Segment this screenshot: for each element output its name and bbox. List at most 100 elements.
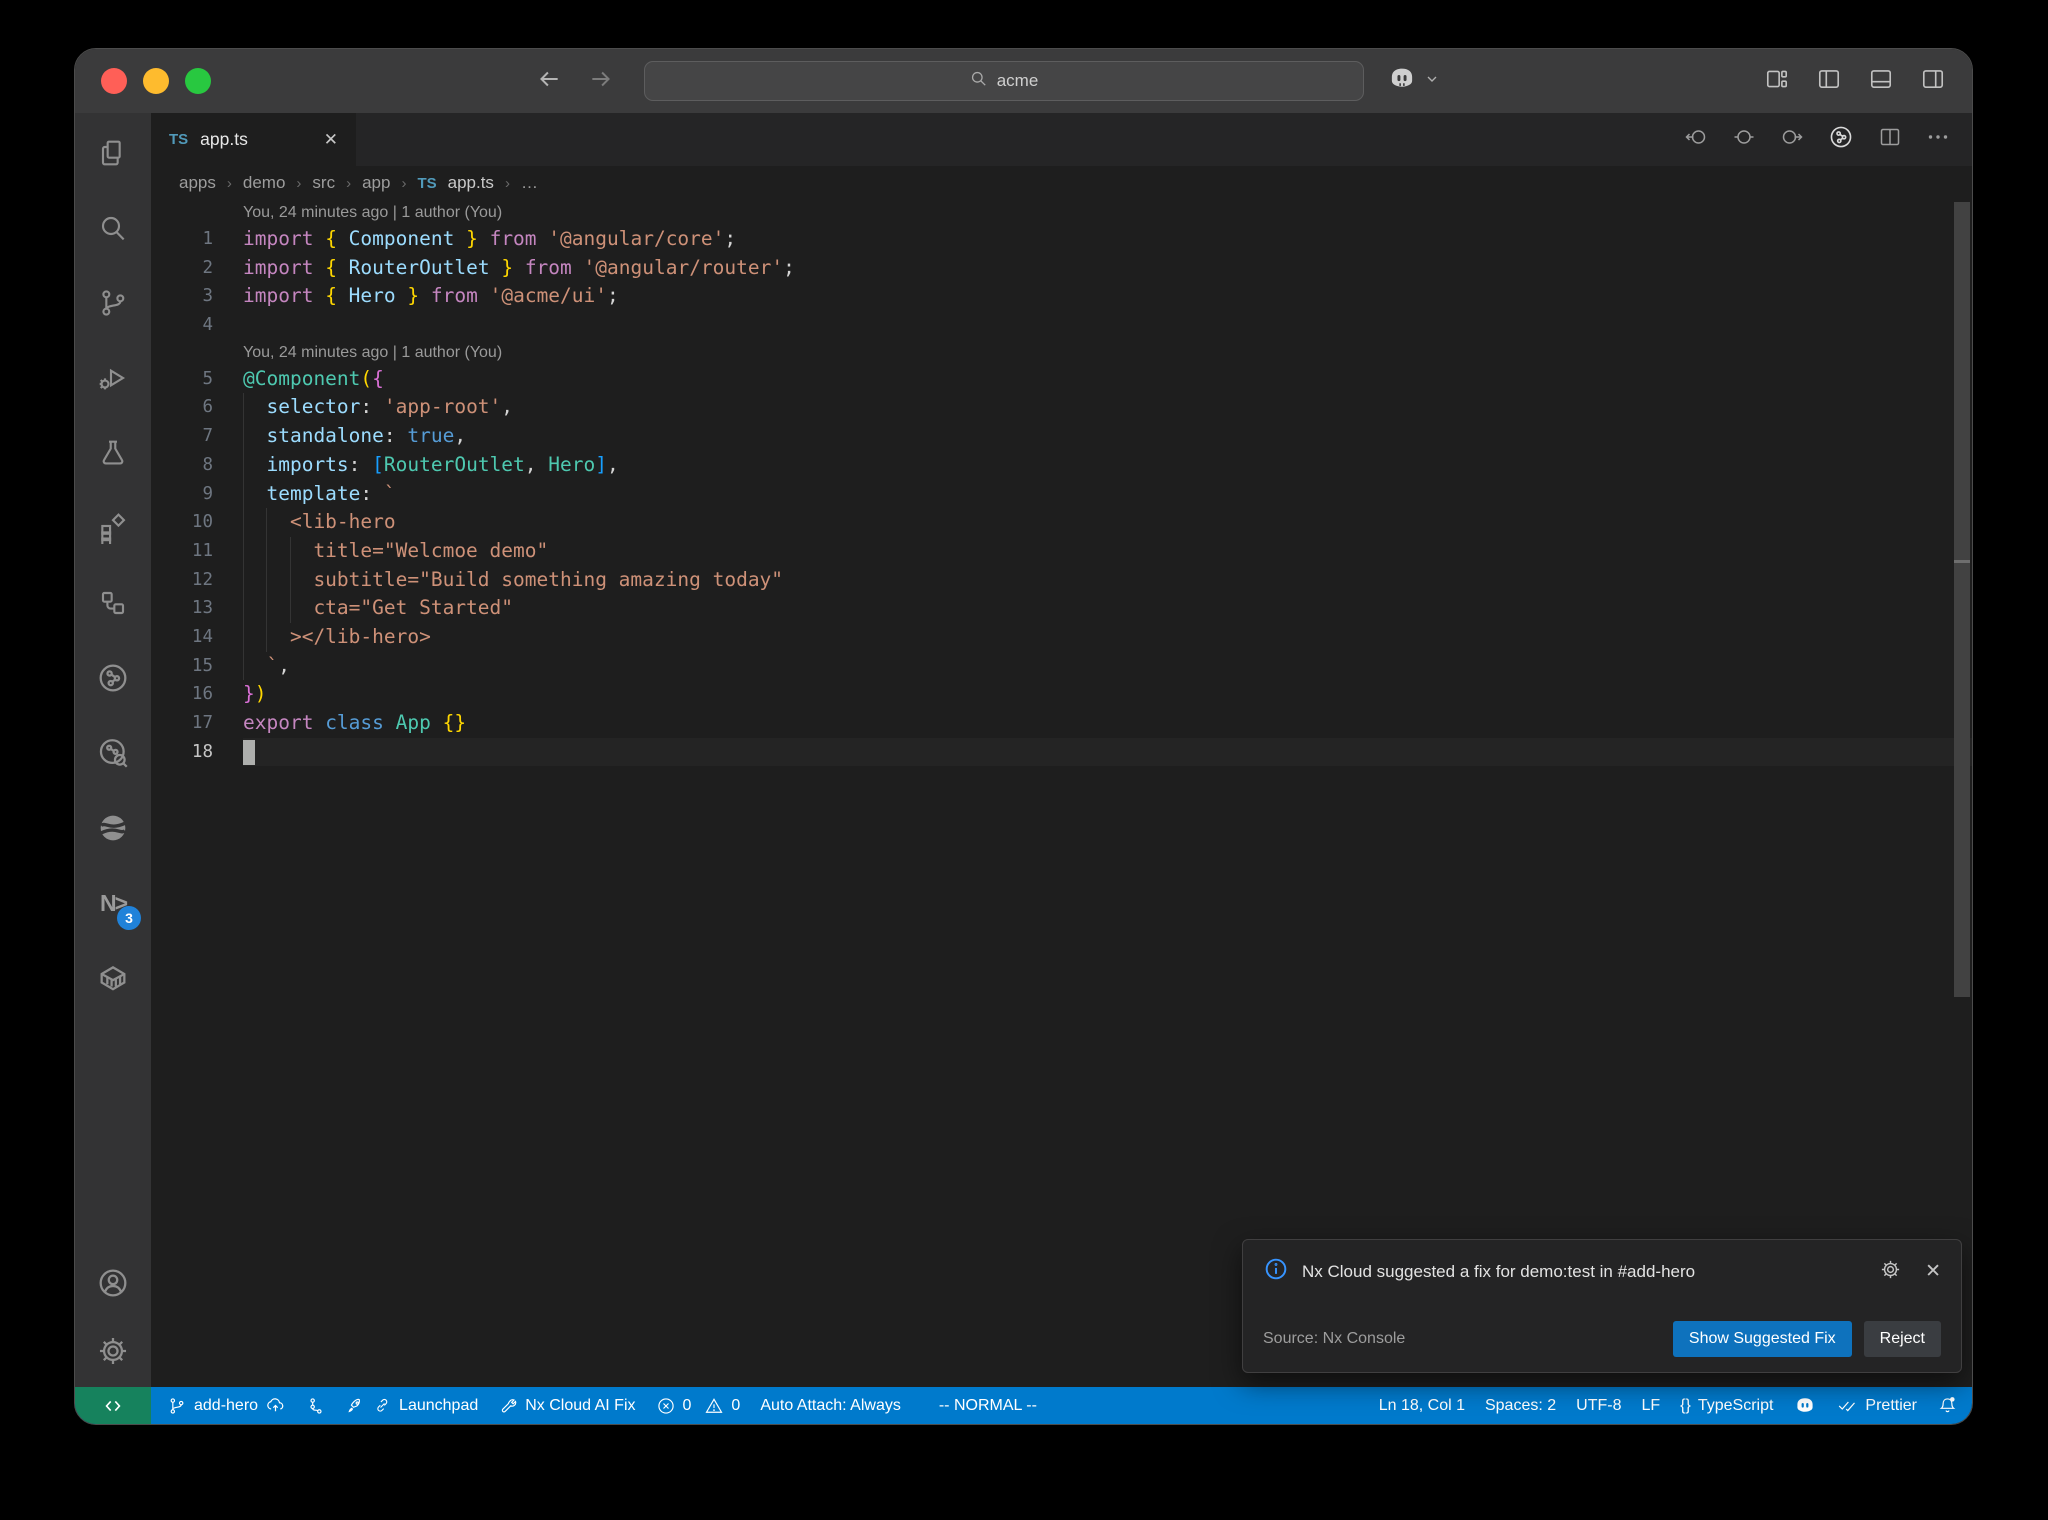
code-editor[interactable]: You, 24 minutes ago | 1 author (You) 1 imp… bbox=[151, 200, 1972, 1387]
breadcrumb-item[interactable]: apps bbox=[179, 173, 216, 193]
copilot-icon[interactable] bbox=[1386, 63, 1418, 100]
code-line[interactable]: 1 import { Component } from '@angular/cor… bbox=[151, 225, 1972, 254]
accounts-icon[interactable] bbox=[89, 1259, 137, 1307]
eol-status[interactable]: LF bbox=[1631, 1387, 1670, 1424]
copilot-status-icon[interactable] bbox=[1783, 1387, 1827, 1424]
nav-position-circle-icon[interactable] bbox=[1732, 125, 1756, 154]
indent-guide bbox=[243, 565, 244, 595]
indent-guide bbox=[243, 594, 244, 623]
navigate-forward-icon[interactable] bbox=[588, 66, 614, 97]
cursor-position-status[interactable]: Ln 18, Col 1 bbox=[1369, 1387, 1475, 1424]
customize-layout-icon[interactable] bbox=[1764, 66, 1790, 97]
graph-circle-icon[interactable] bbox=[89, 654, 137, 702]
nx-graph-circle-icon[interactable] bbox=[1828, 124, 1854, 155]
git-branch-status[interactable]: add-hero bbox=[157, 1387, 296, 1424]
line-number: 13 bbox=[191, 598, 213, 619]
code-line[interactable]: 9 template: ` bbox=[151, 479, 1972, 509]
code-line[interactable]: 7 standalone: true, bbox=[151, 422, 1972, 451]
formatter-status[interactable]: Prettier bbox=[1827, 1387, 1927, 1424]
more-actions-icon[interactable] bbox=[1926, 125, 1950, 154]
code-line[interactable]: 16}) bbox=[151, 680, 1972, 709]
code-line[interactable]: 12 subtitle="Build something amazing tod… bbox=[151, 565, 1972, 595]
git-graph-status-icon[interactable] bbox=[296, 1387, 336, 1424]
wrench-icon bbox=[502, 1398, 517, 1412]
explorer-icon[interactable] bbox=[89, 129, 137, 177]
close-window-button[interactable] bbox=[101, 68, 127, 94]
title-bar: acme bbox=[75, 49, 1972, 113]
line-number: 15 bbox=[191, 655, 213, 676]
notification-close-icon[interactable]: ✕ bbox=[1925, 1260, 1941, 1283]
zoom-window-button[interactable] bbox=[185, 68, 211, 94]
code-line[interactable]: 15 `, bbox=[151, 651, 1972, 681]
tab-app-ts[interactable]: TS app.ts ✕ bbox=[151, 113, 356, 166]
indent-guide bbox=[243, 651, 244, 681]
code-line[interactable]: 14 ></lib-hero> bbox=[151, 622, 1972, 652]
code-line[interactable]: 10 <lib-hero bbox=[151, 508, 1972, 537]
graph-search-icon[interactable] bbox=[89, 729, 137, 777]
extensions-icon[interactable] bbox=[89, 504, 137, 552]
minimize-window-button[interactable] bbox=[143, 68, 169, 94]
problems-status[interactable]: 0 0 bbox=[646, 1387, 751, 1424]
show-suggested-fix-button[interactable]: Show Suggested Fix bbox=[1672, 1321, 1852, 1357]
angular-swirl-icon[interactable] bbox=[89, 804, 137, 852]
encoding-status[interactable]: UTF-8 bbox=[1566, 1387, 1631, 1424]
code-line[interactable]: 17 export class App {} bbox=[151, 709, 1972, 738]
line-number: 9 bbox=[202, 483, 213, 504]
breadcrumb-item[interactable]: src bbox=[312, 173, 335, 193]
code-line[interactable]: 3 import { Hero } from '@acme/ui'; bbox=[151, 282, 1972, 311]
notifications-bell-icon[interactable] bbox=[1927, 1387, 1972, 1424]
notification-settings-gear-icon[interactable] bbox=[1879, 1258, 1902, 1286]
notification-toast: Nx Cloud suggested a fix for demo:test i… bbox=[1242, 1239, 1962, 1373]
auto-attach-status[interactable]: Auto Attach: Always bbox=[750, 1387, 911, 1424]
settings-gear-icon[interactable] bbox=[89, 1327, 137, 1375]
navigate-back-icon[interactable] bbox=[536, 66, 562, 97]
editor-scrollbar[interactable] bbox=[1952, 200, 1972, 1387]
breadcrumb-item[interactable]: app bbox=[362, 173, 390, 193]
code-line[interactable]: 18 bbox=[151, 737, 1972, 767]
nav-forward-circle-icon[interactable] bbox=[1780, 125, 1804, 154]
code-line[interactable]: 8 imports: [RouterOutlet, Hero], bbox=[151, 450, 1972, 480]
split-editor-icon[interactable] bbox=[1878, 125, 1902, 154]
scrollbar-slider[interactable] bbox=[1954, 202, 1970, 997]
search-icon[interactable] bbox=[89, 204, 137, 252]
breadcrumb-more[interactable]: … bbox=[521, 173, 538, 193]
nx-cloud-ai-fix-status[interactable]: Nx Cloud AI Fix bbox=[488, 1387, 645, 1424]
indent-guide bbox=[243, 536, 244, 566]
nx-console-icon[interactable]: N> 3 bbox=[89, 879, 141, 930]
rocket-icon bbox=[348, 1398, 361, 1412]
breadcrumb-separator: › bbox=[296, 174, 302, 192]
nav-back-circle-icon[interactable] bbox=[1684, 125, 1708, 154]
vim-mode-status[interactable]: -- NORMAL -- bbox=[929, 1387, 1047, 1424]
command-center-search[interactable]: acme bbox=[643, 61, 1364, 101]
code-line[interactable]: 4 bbox=[151, 311, 1972, 340]
run-and-debug-icon[interactable] bbox=[89, 354, 137, 402]
line-number: 8 bbox=[202, 454, 213, 475]
code-line[interactable]: 2 import { RouterOutlet } from '@angular/… bbox=[151, 254, 1972, 283]
indent-guide bbox=[266, 594, 268, 623]
boxes-connected-icon[interactable] bbox=[89, 579, 137, 627]
toggle-panel-icon[interactable] bbox=[1868, 66, 1894, 97]
code-line[interactable]: 11 title="Welcmoe demo" bbox=[151, 536, 1972, 566]
code-line[interactable]: 6 selector: 'app-root', bbox=[151, 393, 1972, 423]
remote-indicator[interactable] bbox=[75, 1387, 151, 1424]
testing-icon[interactable] bbox=[89, 429, 137, 477]
breadcrumb-item[interactable]: demo bbox=[243, 173, 286, 193]
launchpad-status[interactable]: Launchpad bbox=[336, 1387, 488, 1424]
typescript-file-icon: TS bbox=[169, 131, 189, 148]
activity-bar: N> 3 bbox=[75, 113, 151, 1387]
indentation-status[interactable]: Spaces: 2 bbox=[1475, 1387, 1566, 1424]
toggle-primary-sidebar-icon[interactable] bbox=[1816, 66, 1842, 97]
code-line[interactable]: 13 cta="Get Started" bbox=[151, 594, 1972, 623]
tab-close-icon[interactable]: ✕ bbox=[324, 130, 338, 150]
source-control-icon[interactable] bbox=[89, 279, 137, 327]
toggle-secondary-sidebar-icon[interactable] bbox=[1920, 66, 1946, 97]
language-mode-status[interactable]: {} TypeScript bbox=[1670, 1387, 1783, 1424]
breadcrumb-file[interactable]: app.ts bbox=[448, 173, 494, 193]
package-box-icon[interactable] bbox=[89, 954, 137, 1002]
chevron-down-icon[interactable] bbox=[1424, 71, 1440, 92]
reject-button[interactable]: Reject bbox=[1863, 1321, 1941, 1357]
scrollbar-decoration bbox=[1954, 560, 1970, 563]
code-line[interactable]: 5 @Component({ bbox=[151, 365, 1972, 394]
indent-guide bbox=[266, 565, 268, 595]
indent-guide bbox=[289, 594, 291, 623]
